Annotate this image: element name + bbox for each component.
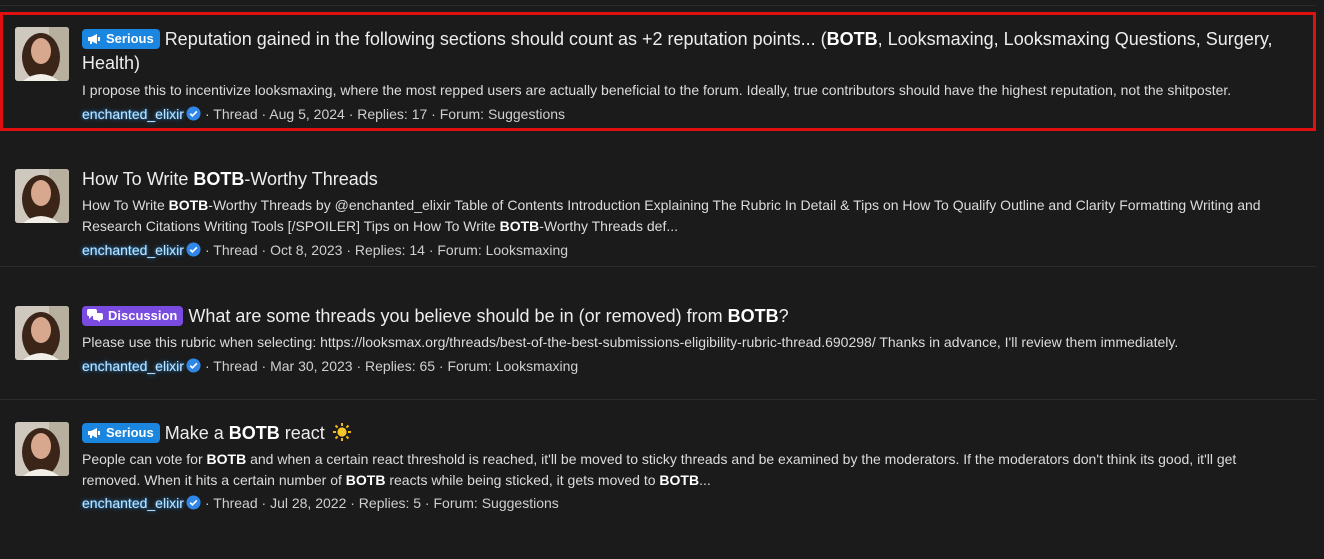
- avatar[interactable]: [15, 306, 69, 360]
- thread-meta: enchanted_elixir · Thread · Aug 5, 2024 ·…: [82, 104, 565, 126]
- megaphone-icon: [88, 34, 100, 44]
- thread-meta: enchanted_elixir · Thread · Oct 8, 2023 ·…: [82, 240, 568, 262]
- username-link[interactable]: enchanted_elixir: [82, 358, 184, 374]
- search-result: Discussion What are some threads you beli…: [0, 285, 1316, 400]
- verified-icon: [186, 358, 201, 378]
- verified-icon: [186, 106, 201, 126]
- thread-title[interactable]: Serious Reputation gained in the followin…: [82, 27, 1282, 75]
- thread-snippet: Please use this rubric when selecting: h…: [82, 334, 1179, 350]
- thread-snippet: I propose this to incentivize looksmaxin…: [82, 82, 1232, 98]
- username-link[interactable]: enchanted_elixir: [82, 106, 184, 122]
- prefix-badge-serious[interactable]: Serious: [82, 29, 160, 49]
- prefix-badge-discussion[interactable]: Discussion: [82, 306, 184, 326]
- thread-title[interactable]: How To Write BOTB-Worthy Threads: [82, 167, 1282, 191]
- username-link[interactable]: enchanted_elixir: [82, 495, 184, 511]
- username-link[interactable]: enchanted_elixir: [82, 242, 184, 258]
- search-result: How To Write BOTB-Worthy Threads How To …: [0, 148, 1316, 267]
- search-result: Serious Make a BOTB react People can vote…: [0, 401, 1316, 531]
- thread-meta: enchanted_elixir · Thread · Mar 30, 2023 …: [82, 356, 578, 378]
- thread-title[interactable]: Discussion What are some threads you beli…: [82, 304, 1282, 328]
- verified-icon: [186, 495, 201, 515]
- verified-icon: [186, 242, 201, 262]
- avatar[interactable]: [15, 27, 69, 81]
- thread-snippet: People can vote for BOTB and when a cert…: [82, 451, 1237, 488]
- megaphone-icon: [88, 428, 100, 438]
- avatar[interactable]: [15, 169, 69, 223]
- divider: [0, 5, 1316, 6]
- thread-snippet: How To Write BOTB-Worthy Threads by @enc…: [82, 197, 1261, 234]
- avatar[interactable]: [15, 422, 69, 476]
- sun-emoji-icon: [332, 423, 351, 447]
- search-result: Serious Reputation gained in the followin…: [0, 12, 1316, 131]
- thread-meta: enchanted_elixir · Thread · Jul 28, 2022 …: [82, 493, 559, 515]
- prefix-badge-serious[interactable]: Serious: [82, 423, 160, 443]
- chat-bubbles-icon: [87, 309, 103, 322]
- thread-title[interactable]: Serious Make a BOTB react: [82, 421, 1282, 447]
